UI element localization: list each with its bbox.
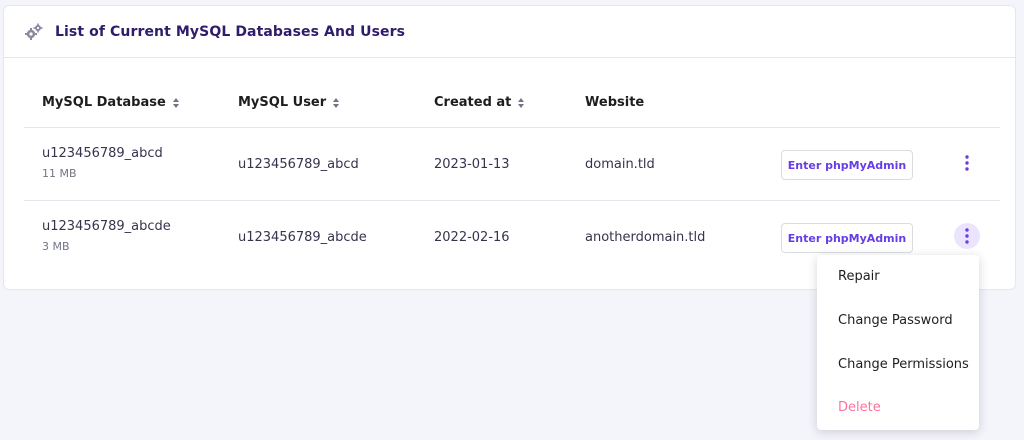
menu-item-change-password[interactable]: Change Password bbox=[838, 313, 953, 328]
options-dropdown-menu: Repair Change Password Change Permission… bbox=[817, 255, 979, 430]
table-header-row: MySQL Database MySQL User Created at Web… bbox=[24, 58, 1000, 128]
databases-card: List of Current MySQL Databases And User… bbox=[3, 5, 1016, 290]
website: domain.tld bbox=[585, 157, 655, 172]
created-date: 2022-02-16 bbox=[434, 230, 510, 245]
database-name: u123456789_abcd bbox=[42, 146, 163, 161]
kebab-icon bbox=[965, 155, 969, 171]
menu-item-repair[interactable]: Repair bbox=[838, 269, 880, 284]
column-header-website: Website bbox=[585, 95, 645, 110]
more-options-button[interactable] bbox=[954, 150, 980, 176]
menu-item-delete[interactable]: Delete bbox=[838, 400, 881, 415]
more-options-button[interactable] bbox=[954, 223, 980, 249]
database-size: 11 MB bbox=[42, 167, 77, 180]
table-row: u123456789_abcd 11 MB u123456789_abcd 20… bbox=[24, 128, 1000, 201]
enter-phpmyadmin-button[interactable]: Enter phpMyAdmin bbox=[781, 150, 913, 180]
created-date: 2023-01-13 bbox=[434, 157, 510, 172]
column-header-database[interactable]: MySQL Database bbox=[42, 95, 180, 110]
website: anotherdomain.tld bbox=[585, 230, 706, 245]
database-user: u123456789_abcd bbox=[238, 157, 359, 172]
database-user: u123456789_abcde bbox=[238, 230, 367, 245]
sort-icon[interactable] bbox=[517, 97, 525, 109]
sort-icon[interactable] bbox=[332, 97, 340, 109]
gears-icon bbox=[24, 22, 44, 42]
sort-icon[interactable] bbox=[172, 97, 180, 109]
menu-item-change-permissions[interactable]: Change Permissions bbox=[838, 357, 969, 372]
kebab-icon bbox=[965, 228, 969, 244]
enter-phpmyadmin-button[interactable]: Enter phpMyAdmin bbox=[781, 223, 913, 253]
database-name: u123456789_abcde bbox=[42, 219, 171, 234]
database-size: 3 MB bbox=[42, 240, 70, 253]
column-header-created[interactable]: Created at bbox=[434, 95, 525, 110]
column-header-user[interactable]: MySQL User bbox=[238, 95, 340, 110]
card-title: List of Current MySQL Databases And User… bbox=[55, 23, 406, 40]
card-header: List of Current MySQL Databases And User… bbox=[4, 6, 1015, 58]
